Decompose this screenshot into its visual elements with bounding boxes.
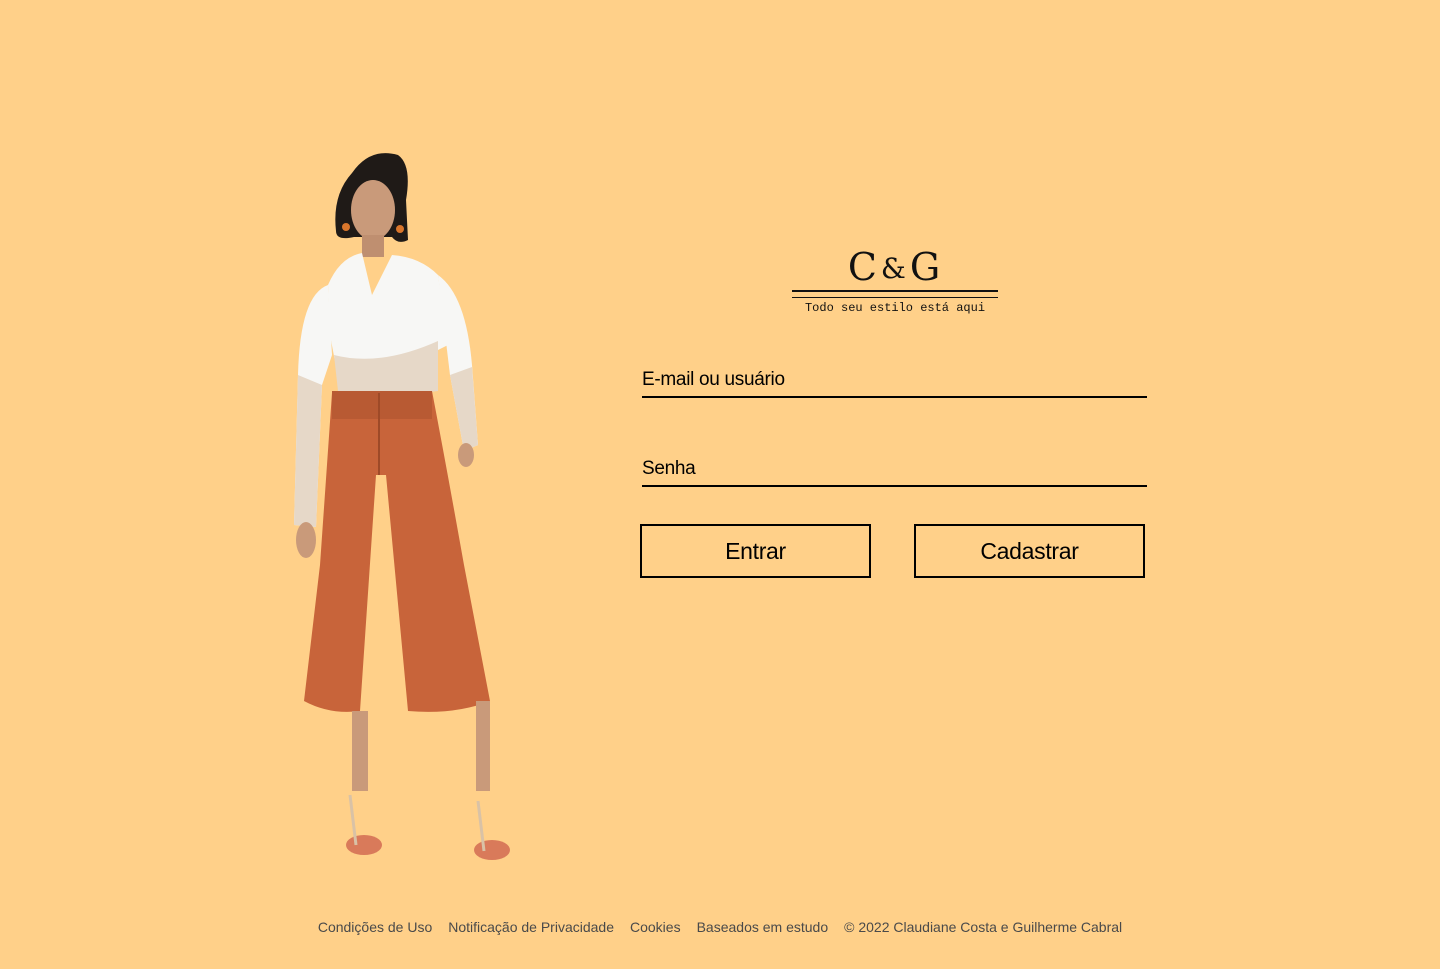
- logo-rule: [792, 290, 998, 298]
- logo-ampersand: &: [880, 252, 908, 285]
- footer-link-terms[interactable]: Condições de Uso: [318, 917, 432, 937]
- footer-link-study[interactable]: Baseados em estudo: [697, 917, 829, 937]
- model-photo: [280, 145, 530, 870]
- password-field-wrapper: [642, 455, 1147, 487]
- login-button[interactable]: Entrar: [640, 524, 871, 578]
- footer: Condições de Uso Notificação de Privacid…: [0, 917, 1440, 937]
- logo-mark: C&G: [792, 246, 998, 290]
- password-field[interactable]: [642, 458, 1147, 485]
- logo-tagline: Todo seu estilo está aqui: [804, 301, 986, 315]
- register-button[interactable]: Cadastrar: [914, 524, 1145, 578]
- email-field[interactable]: [642, 369, 1147, 396]
- footer-link-privacy[interactable]: Notificação de Privacidade: [448, 917, 614, 937]
- footer-copyright: © 2022 Claudiane Costa e Guilherme Cabra…: [844, 919, 1123, 935]
- logo-letter-left: C: [847, 245, 879, 289]
- logo-letter-right: G: [909, 245, 943, 289]
- footer-link-cookies[interactable]: Cookies: [630, 917, 681, 937]
- email-field-wrapper: [642, 366, 1147, 398]
- brand-logo: C&G Todo seu estilo está aqui: [792, 246, 998, 316]
